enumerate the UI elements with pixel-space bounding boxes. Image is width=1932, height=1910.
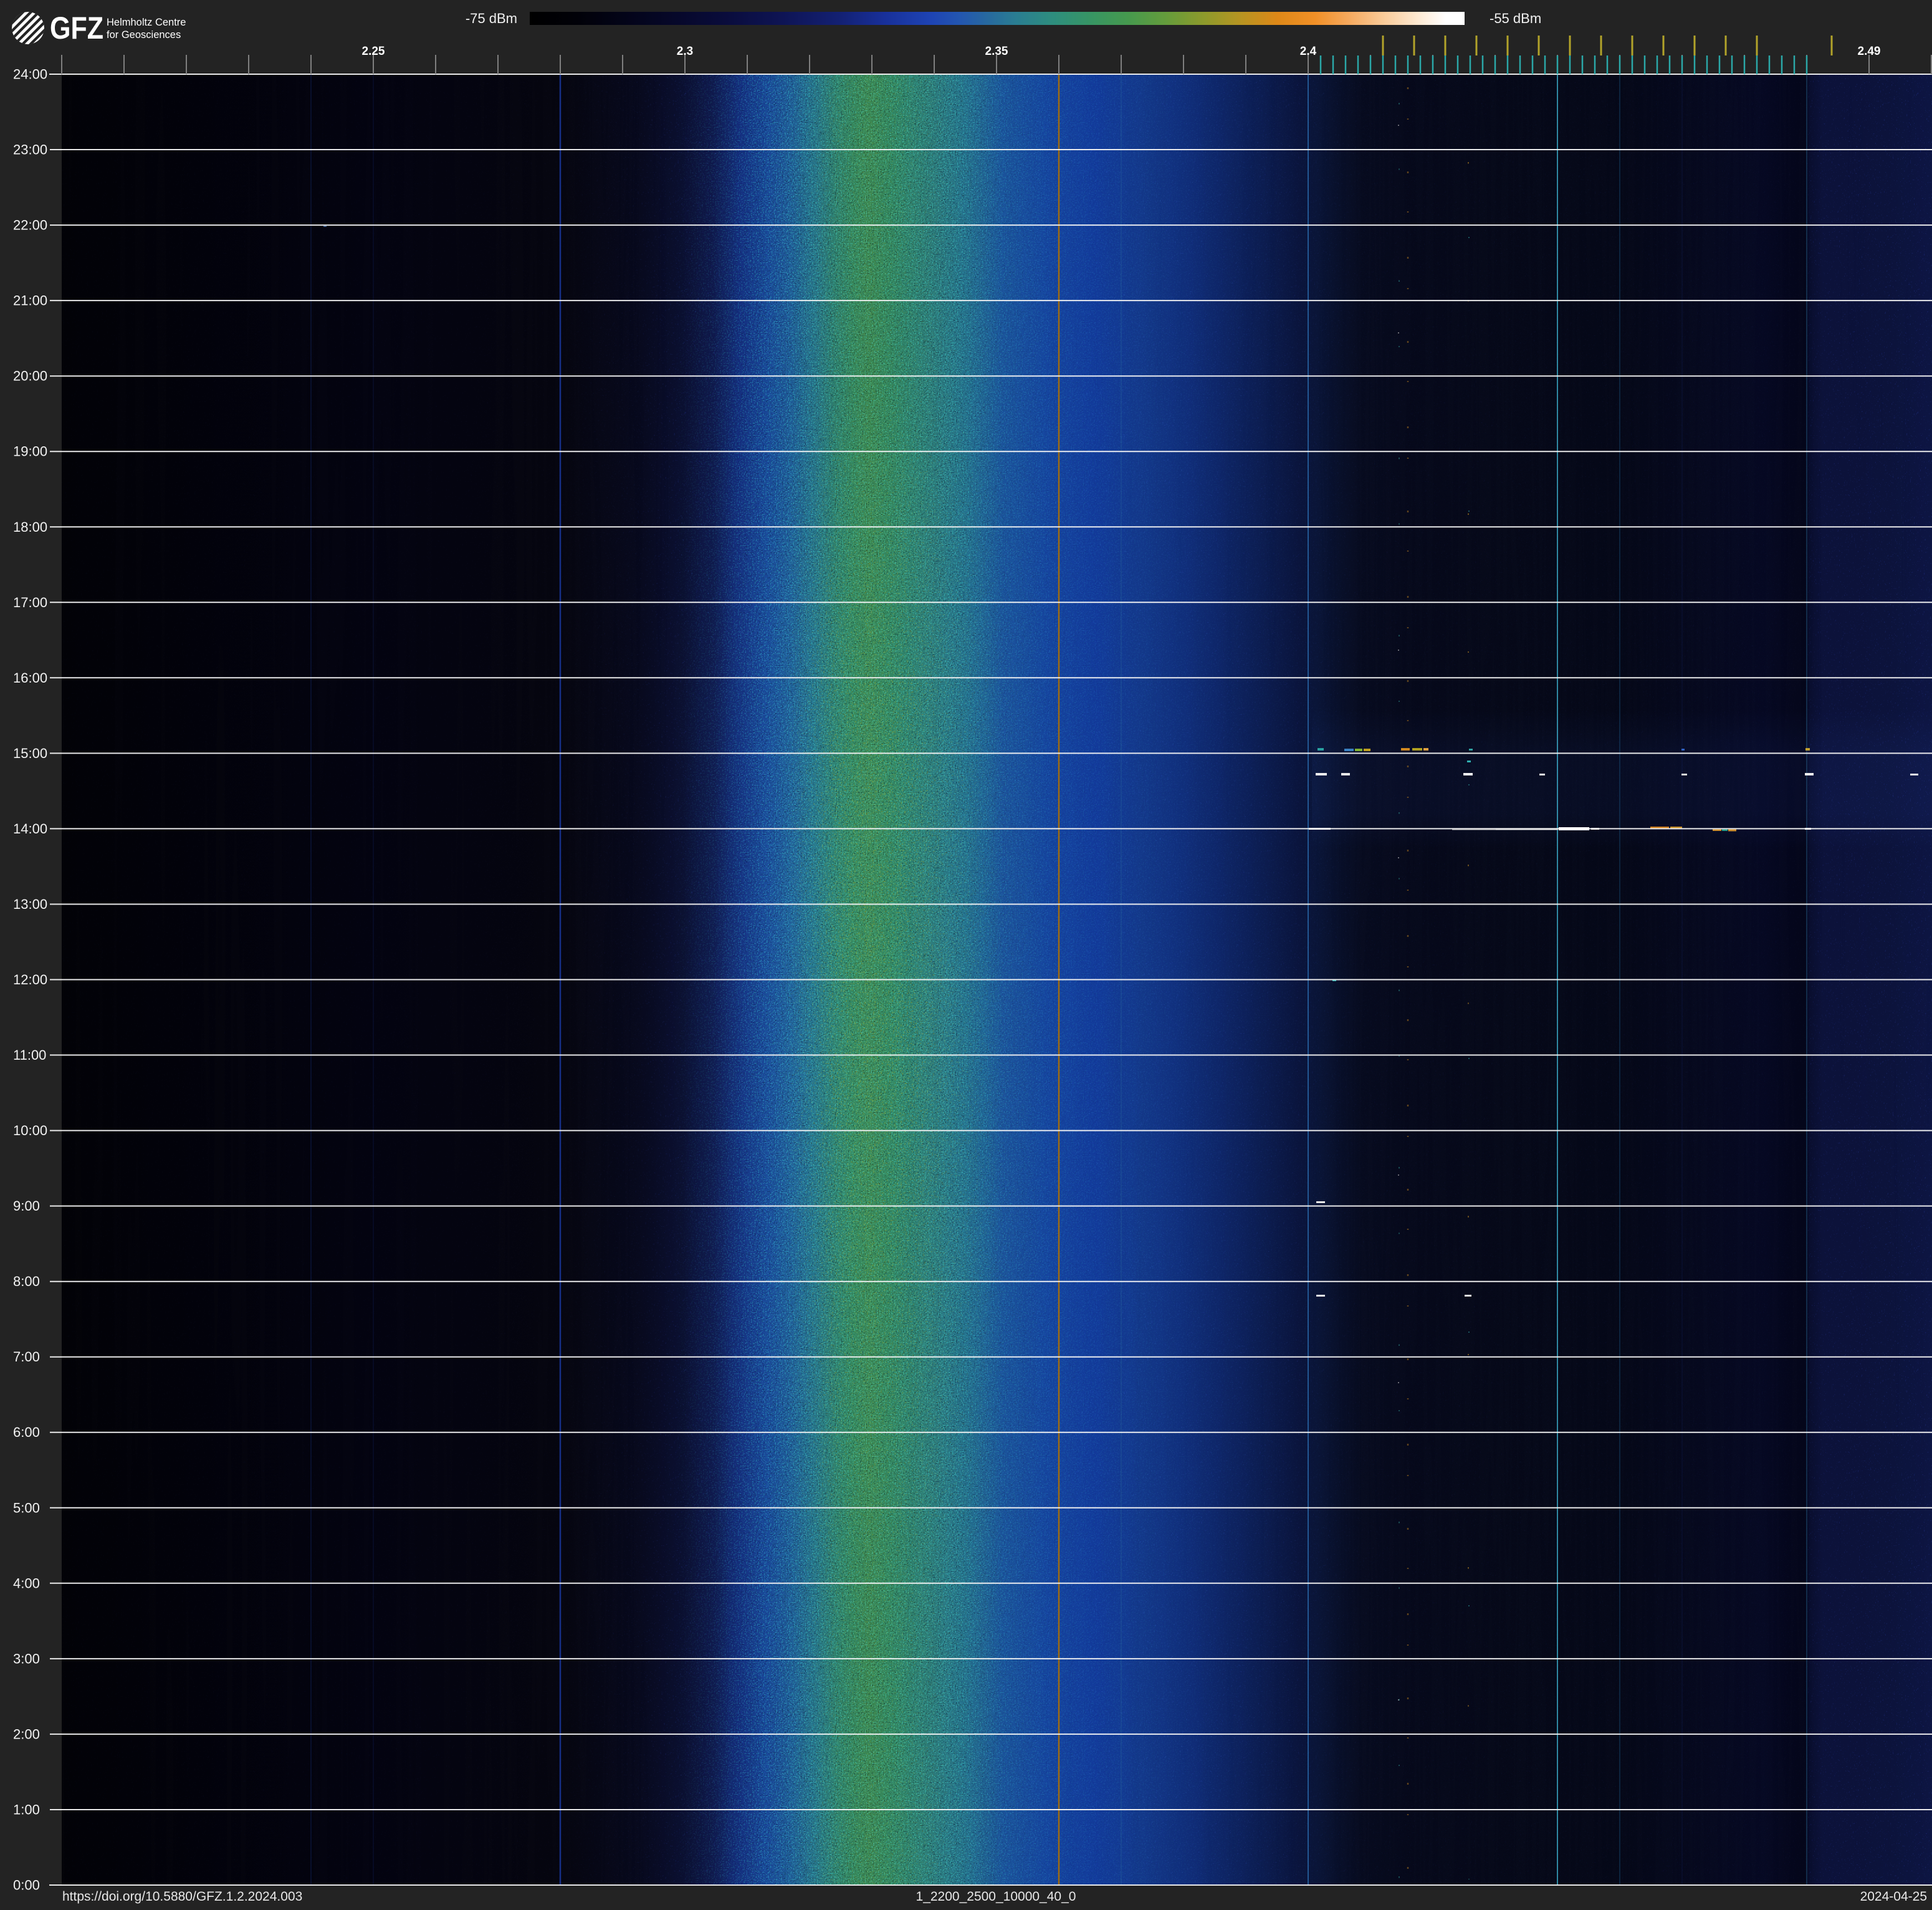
svg-text:2.49: 2.49 [1858,45,1881,58]
svg-text:2.25: 2.25 [362,45,385,58]
svg-text:5:00: 5:00 [13,1500,40,1515]
svg-text:11:00: 11:00 [13,1047,46,1063]
svg-text:12:00: 12:00 [13,972,47,987]
svg-text:17:00: 17:00 [13,595,47,610]
svg-text:-55 dBm: -55 dBm [1490,11,1541,26]
svg-text:10:00: 10:00 [13,1123,47,1138]
svg-text:8:00: 8:00 [13,1274,40,1289]
svg-text:0:00: 0:00 [13,1878,40,1893]
svg-text:https://doi.org/10.5880/GFZ.1.: https://doi.org/10.5880/GFZ.1.2.2024.003 [62,1889,302,1904]
svg-text:2.3: 2.3 [677,45,693,58]
svg-text:4:00: 4:00 [13,1575,40,1591]
svg-text:23:00: 23:00 [13,142,47,158]
svg-text:for Geosciences: for Geosciences [107,29,181,41]
svg-text:GFZ: GFZ [50,11,103,46]
svg-text:-75 dBm: -75 dBm [466,11,517,26]
svg-text:9:00: 9:00 [13,1198,40,1214]
svg-text:2024-04-25: 2024-04-25 [1860,1889,1927,1904]
svg-text:22:00: 22:00 [13,218,47,233]
svg-text:19:00: 19:00 [13,444,47,459]
svg-text:1_2200_2500_10000_40_0: 1_2200_2500_10000_40_0 [916,1889,1076,1904]
svg-text:24:00: 24:00 [13,67,47,82]
svg-text:3:00: 3:00 [13,1651,40,1666]
svg-text:6:00: 6:00 [13,1424,40,1440]
svg-text:21:00: 21:00 [13,293,47,309]
svg-text:20:00: 20:00 [13,368,47,384]
svg-text:2.35: 2.35 [985,45,1008,58]
svg-text:Helmholtz Centre: Helmholtz Centre [107,17,186,28]
svg-text:13:00: 13:00 [13,896,47,912]
svg-text:2:00: 2:00 [13,1726,40,1742]
svg-text:14:00: 14:00 [13,821,47,837]
svg-text:1:00: 1:00 [13,1802,40,1818]
svg-text:16:00: 16:00 [13,670,47,686]
svg-text:15:00: 15:00 [13,746,47,761]
svg-text:2.4: 2.4 [1300,45,1317,58]
svg-text:7:00: 7:00 [13,1349,40,1365]
svg-text:18:00: 18:00 [13,519,47,535]
